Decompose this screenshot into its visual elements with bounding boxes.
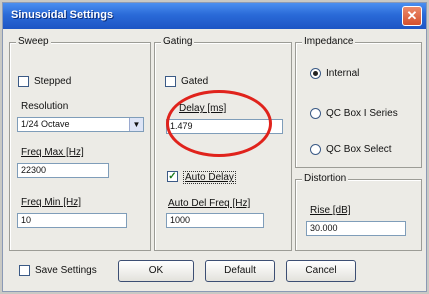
save-settings-checkbox[interactable] (19, 265, 30, 276)
sweep-group: Sweep Stepped Resolution 1/24 Octave ▼ F… (9, 36, 151, 251)
chevron-down-icon[interactable]: ▼ (129, 118, 143, 131)
title-bar[interactable]: Sinusoidal Settings ✕ (3, 3, 426, 29)
qc-box-select-label: QC Box Select (326, 144, 392, 155)
auto-delay-label: Auto Delay (183, 171, 236, 184)
internal-radio[interactable] (310, 68, 321, 79)
qc-box-series-radio[interactable] (310, 108, 321, 119)
distortion-group: Distortion Rise [dB] 30.000 (295, 173, 422, 251)
close-icon[interactable]: ✕ (402, 6, 422, 26)
save-settings-label: Save Settings (35, 265, 97, 276)
freq-max-input[interactable]: 22300 (17, 163, 109, 178)
qc-box-select-radio[interactable] (310, 144, 321, 155)
sinusoidal-settings-dialog: Sinusoidal Settings ✕ Sweep Stepped Reso… (2, 2, 427, 292)
freq-max-label: Freq Max [Hz] (21, 147, 84, 158)
gated-label: Gated (181, 76, 209, 87)
gated-checkbox[interactable] (165, 76, 176, 87)
stepped-checkbox[interactable] (18, 76, 29, 87)
freq-min-input[interactable]: 10 (17, 213, 127, 228)
auto-delay-checkbox[interactable]: ✓ (167, 171, 178, 182)
stepped-label: Stepped (34, 76, 72, 87)
rise-input[interactable]: 30.000 (306, 221, 406, 236)
impedance-legend: Impedance (302, 36, 356, 47)
cancel-button[interactable]: Cancel (286, 260, 356, 282)
sweep-legend: Sweep (16, 36, 51, 47)
default-button[interactable]: Default (205, 260, 275, 282)
internal-label: Internal (326, 68, 360, 79)
resolution-select[interactable]: 1/24 Octave ▼ (17, 117, 144, 132)
rise-label: Rise [dB] (310, 205, 351, 216)
gating-legend: Gating (161, 36, 195, 47)
auto-del-freq-label: Auto Del Freq [Hz] (168, 198, 251, 209)
highlight-ring (166, 90, 272, 157)
resolution-value: 1/24 Octave (21, 119, 70, 129)
qc-box-series-label: QC Box I Series (326, 108, 398, 119)
distortion-legend: Distortion (302, 173, 349, 184)
resolution-label: Resolution (21, 101, 69, 112)
freq-min-label: Freq Min [Hz] (21, 197, 82, 208)
window-title: Sinusoidal Settings (11, 9, 114, 21)
ok-button[interactable]: OK (118, 260, 194, 282)
auto-del-freq-input[interactable]: 1000 (166, 213, 264, 228)
impedance-group: Impedance Internal QC Box I Series QC Bo… (295, 36, 422, 168)
